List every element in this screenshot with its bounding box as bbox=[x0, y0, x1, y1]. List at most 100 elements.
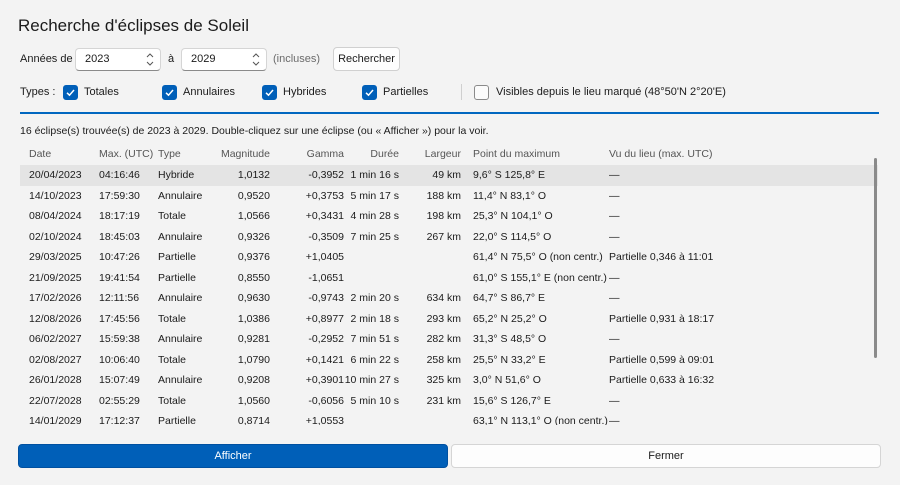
table-body: 20/04/2023 04:16:46 Hybride 1,0132 -0,3952 1 … bbox=[20, 165, 878, 425]
cell-width: 634 km bbox=[426, 292, 461, 304]
type-partielles-label: Partielles bbox=[383, 86, 429, 98]
cell-magnitude: 1,0132 bbox=[237, 169, 270, 181]
check-icon[interactable] bbox=[162, 84, 177, 100]
show-button[interactable]: Afficher bbox=[18, 444, 448, 468]
table-row[interactable]: 02/08/2027 10:06:40 Totale 1,0790 +0,1421 6 m… bbox=[20, 350, 878, 371]
cell-seen-from: — bbox=[609, 415, 620, 425]
types-row: Types : Totales Annulaires Hybrides Part… bbox=[20, 83, 880, 101]
cell-width: 293 km bbox=[426, 312, 461, 325]
type-totales-label: Totales bbox=[84, 86, 119, 98]
cell-type: Partielle bbox=[158, 271, 196, 284]
cell-date: 02/10/2024 bbox=[29, 230, 82, 243]
cell-max-time: 10:47:26 bbox=[99, 251, 140, 263]
status-text: 16 éclipse(s) trouvée(s) de 2023 à 2029.… bbox=[20, 125, 489, 137]
table-row[interactable]: 29/03/2025 10:47:26 Partielle 0,9376 +1,0405… bbox=[20, 247, 878, 268]
table-row[interactable]: 20/04/2023 04:16:46 Hybride 1,0132 -0,3952 1 … bbox=[20, 165, 878, 186]
cell-gamma: +0,3753 bbox=[305, 189, 344, 202]
cell-width: 325 km bbox=[426, 374, 461, 386]
cell-date: 22/07/2028 bbox=[29, 394, 82, 407]
cell-seen-from: Partielle 0,633 à 16:32 bbox=[609, 374, 715, 386]
window-title: Recherche d'éclipses de Soleil bbox=[18, 16, 249, 35]
col-header-gamma[interactable]: Gamma bbox=[284, 148, 344, 160]
col-header-seen-from[interactable]: Vu du lieu (max. UTC) bbox=[609, 148, 712, 160]
cell-date: 14/10/2023 bbox=[29, 189, 82, 202]
table-scrollbar[interactable] bbox=[874, 158, 877, 358]
cell-seen-from: Partielle 0,599 à 09:01 bbox=[609, 353, 715, 366]
cell-date: 29/03/2025 bbox=[29, 251, 82, 263]
cell-duration: 2 min 18 s bbox=[350, 312, 399, 325]
cell-max-point: 31,3° S 48,5° O bbox=[473, 333, 547, 345]
table-row[interactable]: 22/07/2028 02:55:29 Totale 1,0560 -0,6056 5 m… bbox=[20, 391, 878, 412]
cell-max-time: 19:41:54 bbox=[99, 271, 140, 284]
cell-type: Totale bbox=[158, 353, 187, 366]
table-row[interactable]: 08/04/2024 18:17:19 Totale 1,0566 +0,3431 4 m… bbox=[20, 206, 878, 227]
cell-gamma: -0,2952 bbox=[308, 333, 344, 345]
table-row[interactable]: 12/08/2026 17:45:56 Totale 1,0386 +0,8977 2 m… bbox=[20, 309, 878, 330]
year-to-spinner[interactable]: 2029 bbox=[181, 47, 267, 71]
cell-max-time: 02:55:29 bbox=[99, 394, 140, 407]
col-header-date[interactable]: Date bbox=[29, 148, 51, 160]
divider bbox=[461, 84, 462, 100]
col-header-width[interactable]: Largeur bbox=[411, 148, 461, 160]
cell-gamma: +0,8977 bbox=[305, 312, 344, 325]
cell-date: 17/02/2026 bbox=[29, 292, 82, 304]
type-hybrides-checkbox[interactable]: Hybrides bbox=[262, 83, 326, 101]
cell-duration: 2 min 20 s bbox=[350, 292, 399, 304]
cell-seen-from: — bbox=[609, 394, 620, 407]
search-button[interactable]: Rechercher bbox=[333, 47, 400, 71]
col-header-duration[interactable]: Durée bbox=[338, 148, 399, 160]
col-header-magnitude[interactable]: Magnitude bbox=[210, 148, 270, 160]
to-label: à bbox=[168, 53, 175, 65]
cell-max-time: 15:59:38 bbox=[99, 333, 140, 345]
spinner-arrows-icon[interactable] bbox=[252, 52, 260, 67]
type-partielles-checkbox[interactable]: Partielles bbox=[362, 83, 428, 101]
close-button[interactable]: Fermer bbox=[451, 444, 881, 468]
check-icon[interactable] bbox=[362, 84, 377, 100]
table-row[interactable]: 06/02/2027 15:59:38 Annulaire 0,9281 -0,2952… bbox=[20, 329, 878, 350]
cell-width: 49 km bbox=[432, 169, 461, 181]
cell-type: Hybride bbox=[158, 169, 195, 181]
col-header-type[interactable]: Type bbox=[158, 148, 181, 160]
type-annulaires-checkbox[interactable]: Annulaires bbox=[162, 83, 235, 101]
unchecked-box-icon[interactable] bbox=[474, 84, 489, 100]
cell-gamma: +0,3431 bbox=[305, 210, 344, 222]
spinner-arrows-icon[interactable] bbox=[146, 52, 154, 67]
cell-width: 267 km bbox=[426, 230, 461, 243]
cell-seen-from: — bbox=[609, 271, 620, 284]
check-icon[interactable] bbox=[63, 84, 78, 100]
cell-max-point: 15,6° S 126,7° E bbox=[473, 394, 551, 407]
table-row[interactable]: 26/01/2028 15:07:49 Annulaire 0,9208 +0,3901… bbox=[20, 370, 878, 391]
visible-from-location-label: Visibles depuis le lieu marqué (48°50'N … bbox=[496, 86, 726, 98]
years-from-label: Années de bbox=[20, 53, 73, 65]
cell-gamma: -0,3952 bbox=[308, 169, 344, 181]
table-row[interactable]: 02/10/2024 18:45:03 Annulaire 0,9326 -0,3509… bbox=[20, 227, 878, 248]
table-row[interactable]: 14/01/2029 17:12:37 Partielle 0,8714 +1,0553… bbox=[20, 411, 878, 425]
cell-seen-from: — bbox=[609, 210, 620, 222]
table-row[interactable]: 14/10/2023 17:59:30 Annulaire 0,9520 +0,3753… bbox=[20, 186, 878, 207]
year-from-spinner[interactable]: 2023 bbox=[75, 47, 161, 71]
type-totales-checkbox[interactable]: Totales bbox=[63, 83, 119, 101]
cell-max-point: 63,1° N 113,1° O (non centr.) bbox=[473, 415, 608, 425]
col-header-max[interactable]: Max. (UTC) bbox=[99, 148, 153, 160]
cell-max-time: 12:11:56 bbox=[99, 292, 140, 304]
cell-max-time: 10:06:40 bbox=[99, 353, 140, 366]
cell-seen-from: — bbox=[609, 333, 620, 345]
type-annulaires-label: Annulaires bbox=[183, 86, 235, 98]
type-hybrides-label: Hybrides bbox=[283, 86, 327, 98]
table-row[interactable]: 17/02/2026 12:11:56 Annulaire 0,9630 -0,9743… bbox=[20, 288, 878, 309]
cell-duration: 6 min 22 s bbox=[350, 353, 399, 366]
inclusive-label: (incluses) bbox=[273, 53, 321, 65]
cell-date: 21/09/2025 bbox=[29, 271, 82, 284]
check-icon[interactable] bbox=[262, 84, 277, 100]
col-header-max-point[interactable]: Point du maximum bbox=[473, 148, 560, 160]
cell-max-point: 3,0° N 51,6° O bbox=[473, 374, 541, 386]
cell-width: 198 km bbox=[426, 210, 461, 222]
cell-date: 06/02/2027 bbox=[29, 333, 82, 345]
visible-from-location-checkbox[interactable]: Visibles depuis le lieu marqué (48°50'N … bbox=[474, 83, 726, 101]
cell-max-time: 18:45:03 bbox=[99, 230, 140, 243]
cell-magnitude: 0,9326 bbox=[237, 230, 270, 243]
cell-type: Annulaire bbox=[158, 333, 203, 345]
eclipse-table[interactable]: Date Max. (UTC) Type Magnitude Gamma Dur… bbox=[20, 143, 878, 425]
cell-magnitude: 1,0560 bbox=[237, 394, 270, 407]
table-row[interactable]: 21/09/2025 19:41:54 Partielle 0,8550 -1,0651… bbox=[20, 268, 878, 289]
